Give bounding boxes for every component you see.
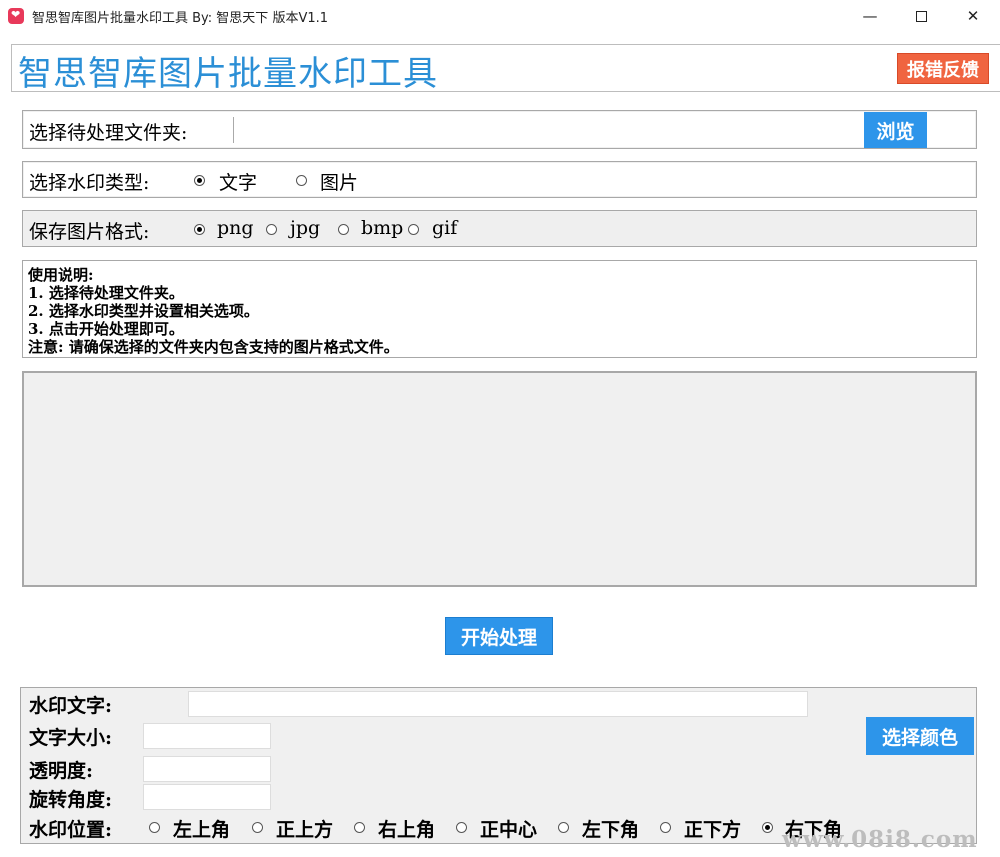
- watermark-settings-panel: 水印文字: 文字大小: 透明度: 旋转角度: 选择颜色 水印位置: 左上角 正上…: [20, 687, 977, 844]
- pos-top-left-radio[interactable]: [149, 822, 160, 833]
- pos-top-right-radio[interactable]: [354, 822, 365, 833]
- pos-top-center-radio[interactable]: [252, 822, 263, 833]
- rotation-label: 旋转角度:: [29, 789, 113, 811]
- save-format-row: 保存图片格式: png jpg bmp gif: [22, 210, 977, 247]
- text-size-label: 文字大小:: [29, 727, 113, 749]
- pos-bottom-left-label[interactable]: 左下角: [582, 815, 639, 842]
- watermark-type-label: 选择水印类型:: [29, 172, 150, 194]
- opacity-input[interactable]: [143, 756, 271, 782]
- watermark-text-label: 水印文字:: [29, 695, 113, 717]
- instructions-note: 注意: 请确保选择的文件夹内包含支持的图片格式文件。: [28, 338, 399, 356]
- pos-bottom-center-radio[interactable]: [660, 822, 671, 833]
- minimize-button[interactable]: —: [847, 0, 893, 32]
- folder-row: 选择待处理文件夹: 浏览: [22, 110, 977, 149]
- type-image-radio[interactable]: [296, 175, 307, 186]
- format-gif-radio[interactable]: [408, 224, 419, 235]
- format-png-radio[interactable]: [194, 224, 205, 235]
- pos-center-label[interactable]: 正中心: [480, 815, 537, 842]
- watermark-type-row: 选择水印类型: 文字 图片: [22, 161, 977, 198]
- maximize-button[interactable]: [898, 0, 944, 32]
- browse-button[interactable]: 浏览: [864, 112, 927, 148]
- start-processing-button[interactable]: 开始处理: [445, 617, 553, 655]
- instructions-step-3: 3. 点击开始处理即可。: [28, 320, 184, 338]
- site-watermark: www.08i8.com: [782, 826, 978, 853]
- pos-top-left-label[interactable]: 左上角: [173, 815, 230, 842]
- watermark-text-input[interactable]: [188, 691, 808, 717]
- instructions-step-2: 2. 选择水印类型并设置相关选项。: [28, 302, 259, 320]
- instructions-box: 使用说明: 1. 选择待处理文件夹。 2. 选择水印类型并设置相关选项。 3. …: [22, 260, 977, 358]
- rotation-input[interactable]: [143, 784, 271, 810]
- feedback-button[interactable]: 报错反馈: [897, 53, 989, 84]
- text-size-input[interactable]: [143, 723, 271, 749]
- type-text-radio[interactable]: [194, 175, 205, 186]
- pos-center-radio[interactable]: [456, 822, 467, 833]
- format-jpg-label[interactable]: jpg: [290, 217, 320, 239]
- pos-top-center-label[interactable]: 正上方: [276, 815, 333, 842]
- log-area[interactable]: [22, 371, 977, 587]
- maximize-icon: [915, 10, 927, 22]
- format-bmp-label[interactable]: bmp: [361, 217, 403, 239]
- pos-bottom-center-label[interactable]: 正下方: [684, 815, 741, 842]
- instructions-heading: 使用说明:: [28, 266, 94, 284]
- format-gif-label[interactable]: gif: [432, 217, 457, 239]
- type-text-label[interactable]: 文字: [219, 168, 257, 195]
- pos-bottom-left-radio[interactable]: [558, 822, 569, 833]
- app-header: 智思智库图片批量水印工具 报错反馈: [11, 44, 1000, 94]
- format-jpg-radio[interactable]: [266, 224, 277, 235]
- instructions-step-1: 1. 选择待处理文件夹。: [28, 284, 184, 302]
- format-png-label[interactable]: png: [217, 217, 254, 239]
- type-image-label[interactable]: 图片: [320, 168, 358, 195]
- pos-top-right-label[interactable]: 右上角: [378, 815, 435, 842]
- window-titlebar: 智思智库图片批量水印工具 By: 智思天下 版本V1.1 — ✕: [0, 0, 1000, 32]
- opacity-label: 透明度:: [29, 760, 94, 782]
- save-format-label: 保存图片格式:: [29, 221, 150, 243]
- close-button[interactable]: ✕: [950, 0, 996, 32]
- folder-label: 选择待处理文件夹:: [29, 122, 188, 144]
- window-title: 智思智库图片批量水印工具 By: 智思天下 版本V1.1: [32, 11, 329, 26]
- position-label: 水印位置:: [29, 819, 113, 841]
- folder-path-input[interactable]: [233, 117, 865, 143]
- app-heart-icon: [8, 8, 24, 24]
- app-title: 智思智库图片批量水印工具: [18, 54, 438, 94]
- format-bmp-radio[interactable]: [338, 224, 349, 235]
- choose-color-button[interactable]: 选择颜色: [866, 717, 974, 755]
- pos-bottom-right-radio[interactable]: [762, 822, 773, 833]
